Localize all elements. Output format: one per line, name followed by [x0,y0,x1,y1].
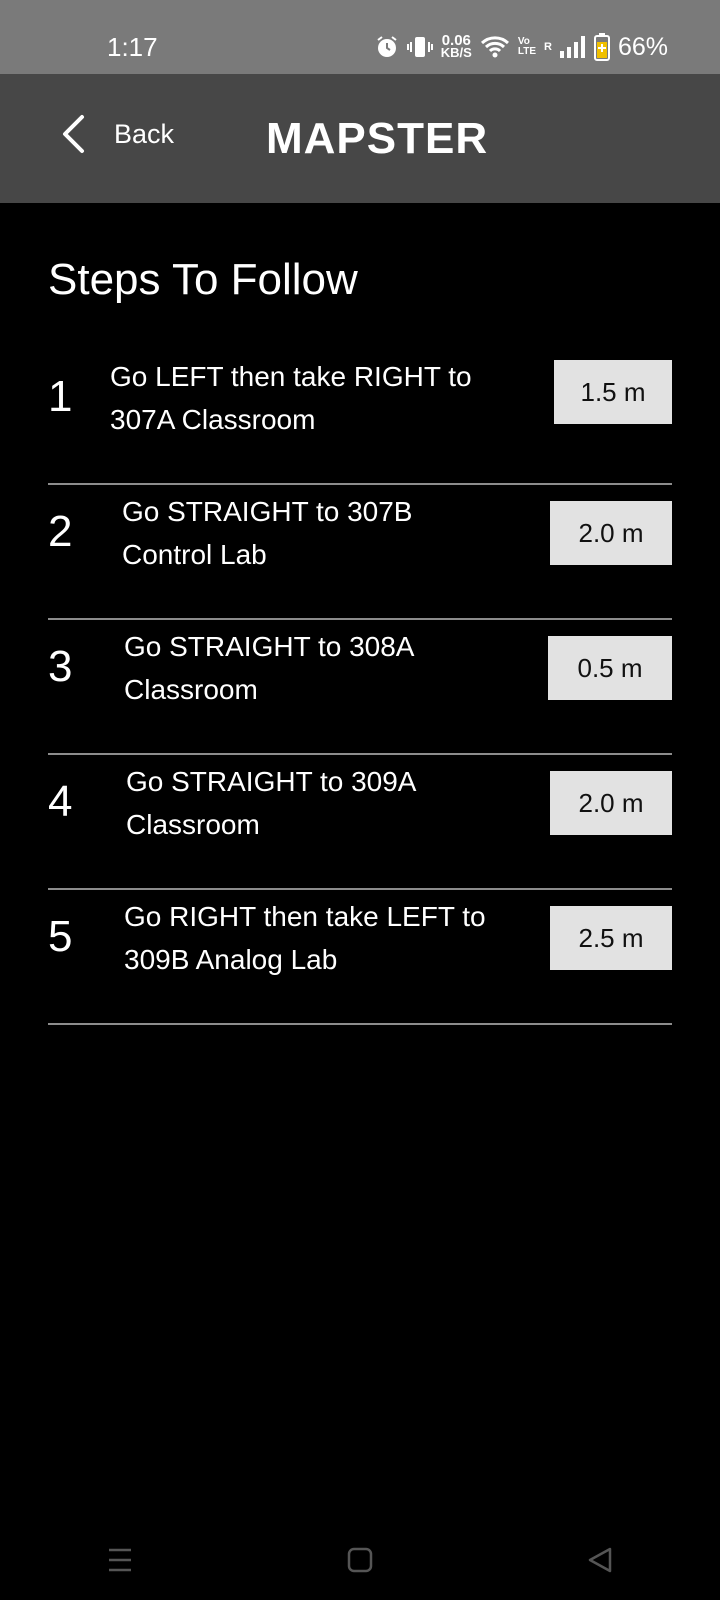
vibrate-icon [406,35,433,59]
recents-button[interactable] [90,1535,150,1585]
step-distance-badge: 2.5 m [550,906,672,970]
steps-list: 1 Go LEFT then take RIGHT to 307A Classr… [48,350,672,1025]
status-time: 1:17 [107,32,158,62]
step-row: 4 Go STRAIGHT to 309A Classroom 2.0 m [48,755,672,890]
recents-icon [109,1548,131,1572]
step-instruction: Go STRAIGHT to 307B Control Lab [122,496,413,570]
step-distance-badge: 2.0 m [550,501,672,565]
home-icon [347,1547,373,1573]
step-number: 4 [48,777,73,826]
section-title: Steps To Follow [48,255,358,304]
step-distance-badge: 2.0 m [550,771,672,835]
step-row: 2 Go STRAIGHT to 307B Control Lab 2.0 m [48,485,672,620]
step-distance-badge: 1.5 m [554,360,672,424]
alarm-icon [375,35,399,59]
nav-back-button[interactable] [570,1535,630,1585]
chevron-left-icon [63,115,84,153]
battery-percent: 66% [617,32,668,61]
status-icons: 0.06 KB/S Vo LTE R 66% [375,30,668,64]
network-speed: 0.06 KB/S [440,32,472,60]
step-instruction: Go STRAIGHT to 308A Classroom [124,631,413,705]
wifi-icon [480,35,510,59]
step-number: 3 [48,642,73,691]
step-row: 3 Go STRAIGHT to 308A Classroom 0.5 m [48,620,672,755]
step-instruction: Go LEFT then take RIGHT to 307A Classroo… [110,361,472,435]
battery-icon [593,33,610,61]
back-triangle-icon [588,1547,612,1573]
step-number: 5 [48,912,73,961]
step-instruction: Go RIGHT then take LEFT to 309B Analog L… [124,901,486,975]
step-row: 5 Go RIGHT then take LEFT to 309B Analog… [48,890,672,1025]
back-label: Back [114,118,175,149]
step-distance-badge: 0.5 m [548,636,672,700]
back-button[interactable]: Back [60,102,210,166]
app-header: Back MAPSTER [0,74,720,203]
signal-icon [559,36,586,58]
status-bar: 1:17 0.06 KB/S Vo LTE R 66% [0,0,720,74]
system-nav-bar [0,1520,720,1600]
step-number: 1 [48,372,73,421]
step-instruction: Go STRAIGHT to 309A Classroom [126,766,415,840]
app-title: MAPSTER [266,114,489,163]
home-button[interactable] [330,1535,390,1585]
step-row: 1 Go LEFT then take RIGHT to 307A Classr… [48,350,672,485]
roaming-indicator: R [544,41,552,53]
volte-indicator: Vo LTE [517,36,536,57]
step-number: 2 [48,507,73,556]
